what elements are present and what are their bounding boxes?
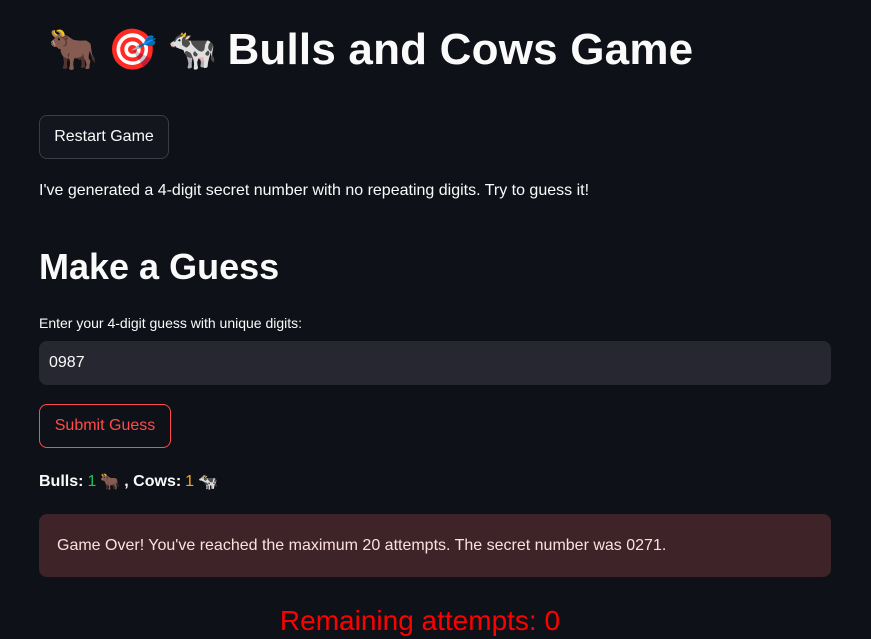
- game-over-alert-text: Game Over! You've reached the maximum 20…: [57, 536, 667, 554]
- guess-input[interactable]: [39, 341, 831, 385]
- target-icon: 🎯: [107, 27, 158, 73]
- cow-icon: 🐄: [167, 27, 218, 73]
- page-title: 🐂 🎯 🐄 Bulls and Cows Game: [48, 20, 831, 80]
- guess-input-label: Enter your 4-digit guess with unique dig…: [39, 315, 303, 331]
- page-title-text: Bulls and Cows Game: [227, 25, 694, 74]
- cows-value: 1: [185, 472, 195, 490]
- game-over-alert: Game Over! You've reached the maximum 20…: [39, 514, 831, 577]
- bull-icon: 🐂: [48, 27, 98, 73]
- submit-guess-button[interactable]: Submit Guess: [39, 404, 171, 448]
- remaining-attempts: Remaining attempts: 0: [279, 605, 561, 636]
- restart-game-button[interactable]: Restart Game: [39, 115, 169, 159]
- intro-text: I've generated a 4-digit secret number w…: [39, 182, 590, 199]
- bull-result-icon: 🐂: [100, 472, 121, 491]
- guess-result: Bulls: 1 🐂 , Cows: 1 🐄: [39, 472, 218, 491]
- bulls-value: 1: [87, 472, 97, 490]
- cow-result-icon: 🐄: [198, 472, 218, 491]
- app-page: 🐂 🎯 🐄 Bulls and Cows Game Restart Game I…: [0, 20, 871, 639]
- bulls-label: Bulls:: [39, 472, 84, 490]
- cows-label: , Cows:: [124, 472, 182, 490]
- section-heading: Make a Guess: [39, 246, 280, 287]
